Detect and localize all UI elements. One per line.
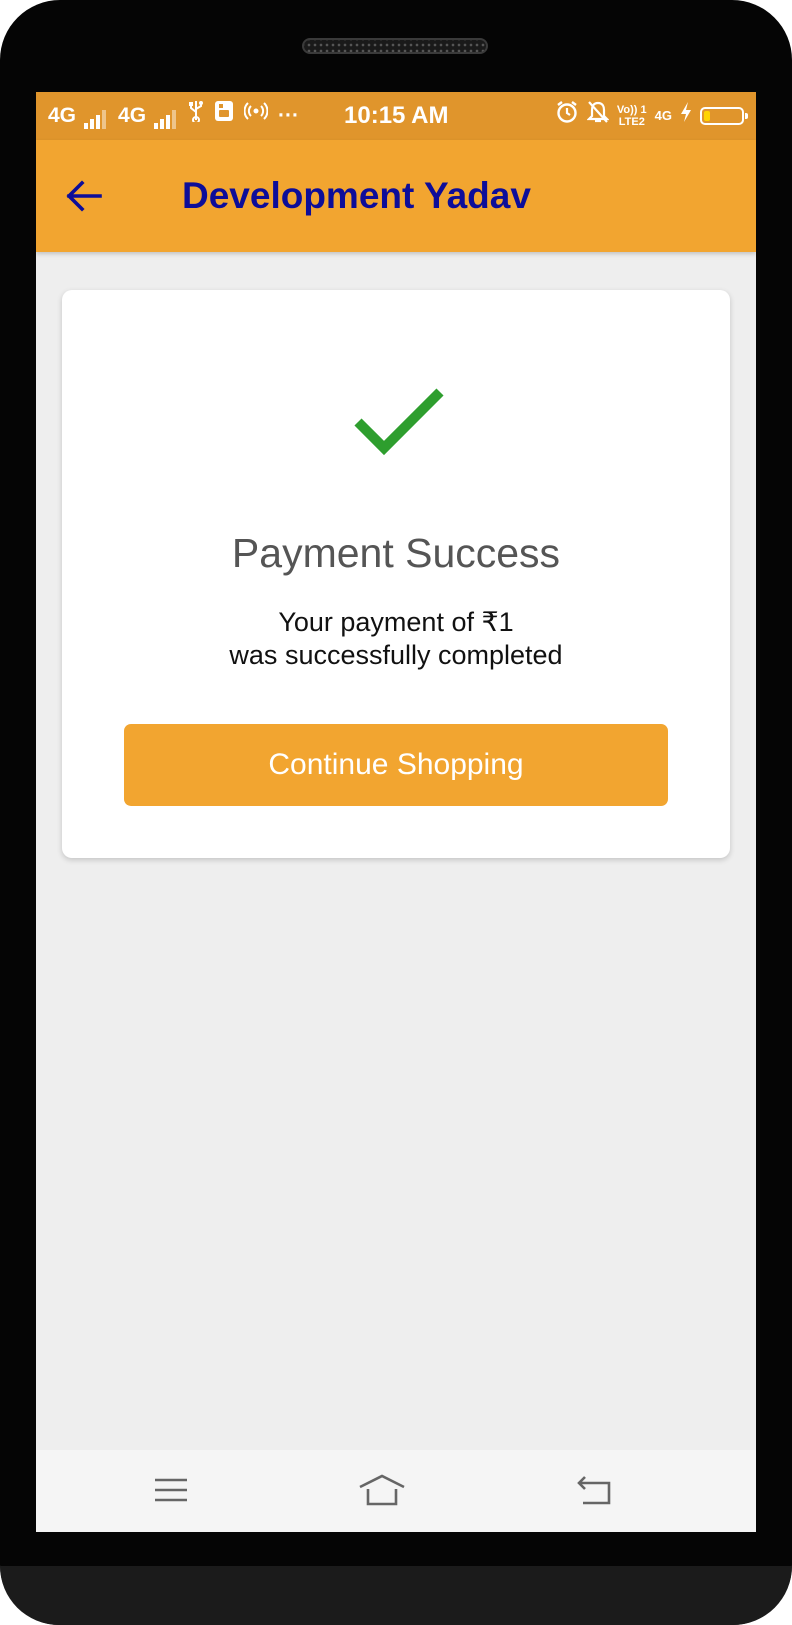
phone-frame: 4G 4G ··· 10:15 AM Vo)) 1 LTE2 4G Develo… bbox=[0, 0, 792, 1625]
status-bar: 4G 4G ··· 10:15 AM Vo)) 1 LTE2 4G bbox=[36, 92, 756, 140]
payment-message: Your payment of ₹1 was successfully comp… bbox=[62, 606, 730, 672]
continue-shopping-button[interactable]: Continue Shopping bbox=[124, 724, 668, 806]
battery-icon bbox=[700, 107, 748, 125]
arrow-left-icon bbox=[66, 180, 102, 212]
sim2-network-label: 4G bbox=[118, 104, 147, 127]
overflow-indicator: ··· bbox=[278, 104, 300, 127]
screen: 4G 4G ··· 10:15 AM Vo)) 1 LTE2 4G Develo… bbox=[36, 92, 756, 1532]
alarm-icon bbox=[555, 100, 579, 132]
back-button[interactable] bbox=[56, 168, 112, 224]
app-bar: Development Yadav bbox=[36, 140, 756, 252]
sim-toolkit-icon bbox=[214, 100, 234, 129]
home-button[interactable] bbox=[356, 1472, 408, 1508]
data-network-label: 4G bbox=[654, 108, 672, 123]
status-left: 4G 4G ··· bbox=[48, 100, 300, 129]
usb-icon bbox=[188, 100, 204, 129]
payment-message-line-2: was successfully completed bbox=[229, 640, 563, 670]
payment-success-card: Payment Success Your payment of ₹1 was s… bbox=[62, 290, 730, 858]
status-time: 10:15 AM bbox=[344, 102, 449, 129]
volte-indicator: Vo)) 1 LTE2 bbox=[617, 104, 647, 128]
app-title: Development Yadav bbox=[182, 175, 531, 216]
charging-icon bbox=[680, 101, 692, 131]
home-icon bbox=[359, 1474, 405, 1506]
phone-bottom-edge bbox=[0, 1566, 792, 1625]
system-back-button[interactable] bbox=[574, 1472, 614, 1508]
back-icon bbox=[577, 1476, 611, 1505]
sim1-signal-icon bbox=[84, 109, 107, 129]
volte-top-label: Vo)) 1 bbox=[616, 104, 647, 116]
navigation-bar bbox=[36, 1450, 756, 1532]
battery-level bbox=[704, 111, 710, 121]
menu-icon bbox=[155, 1478, 187, 1502]
phone-speaker bbox=[302, 38, 488, 54]
payment-message-line-1: Your payment of ₹1 bbox=[278, 607, 514, 637]
status-right: Vo)) 1 LTE2 4G bbox=[555, 100, 748, 132]
volte-bottom-label: LTE2 bbox=[618, 116, 645, 128]
menu-button[interactable] bbox=[151, 1472, 191, 1508]
checkmark-icon bbox=[354, 388, 444, 456]
sim1-network-label: 4G bbox=[48, 104, 77, 127]
notifications-off-icon bbox=[586, 100, 610, 132]
payment-status-title: Payment Success bbox=[231, 530, 561, 576]
hotspot-icon bbox=[243, 100, 269, 129]
sim2-signal-icon bbox=[154, 109, 177, 129]
